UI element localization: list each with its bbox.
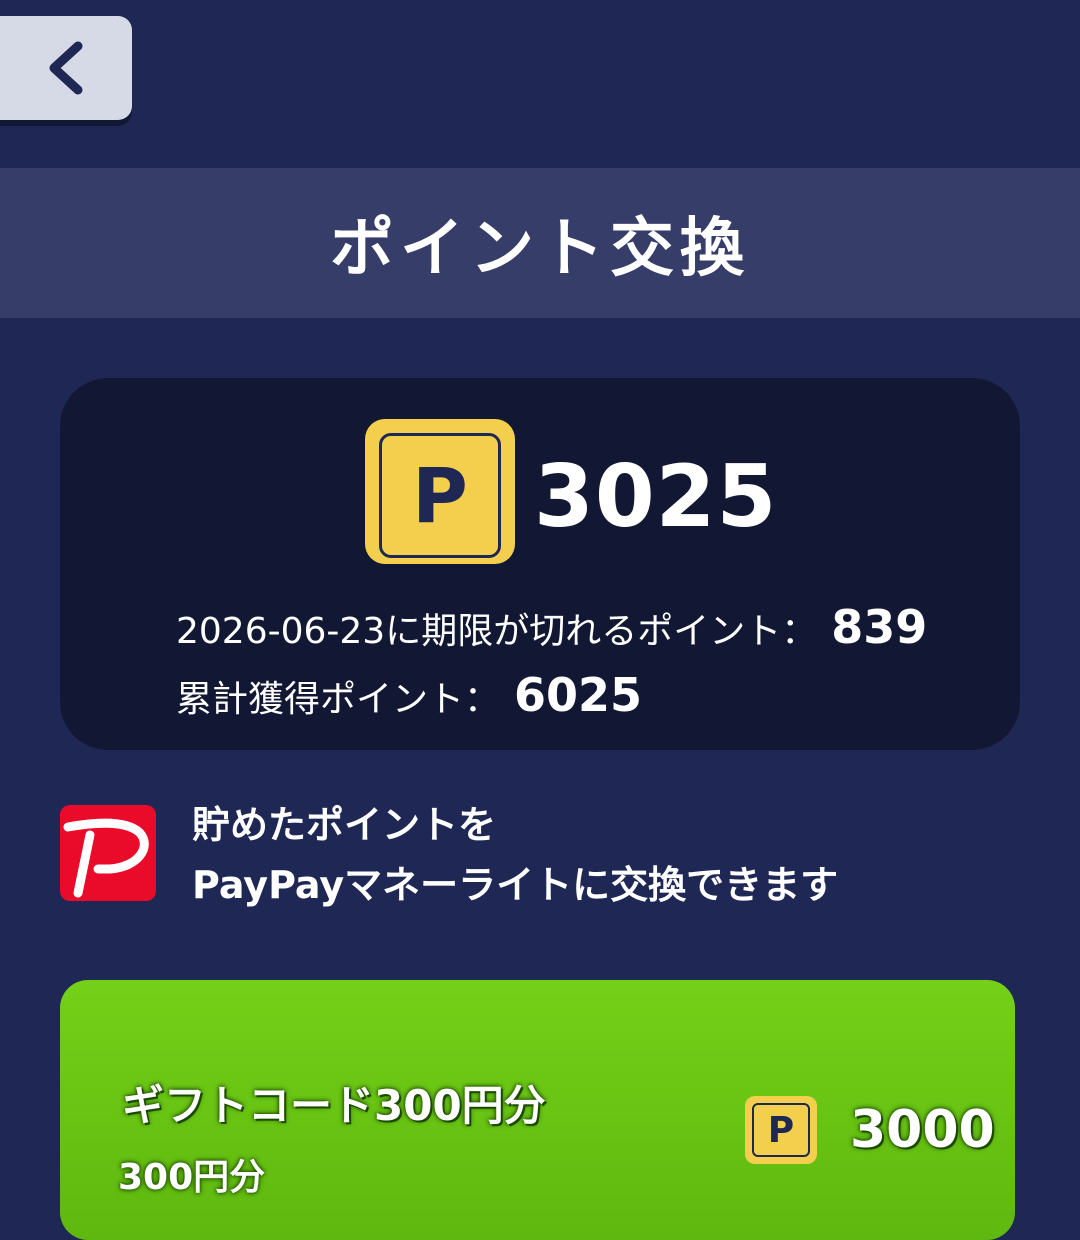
point-icon-letter: P (379, 433, 501, 558)
gift-code-offer-card[interactable]: ギフトコード300円分 300円分 P 3000 (60, 980, 1015, 1240)
point-icon: P (745, 1096, 817, 1164)
title-bar: ポイント交換 (0, 168, 1080, 318)
paypay-notice-line2: PayPayマネーライトに交換できます (192, 863, 839, 907)
total-points-value: 6025 (514, 668, 643, 722)
point-balance: 3025 (534, 447, 778, 547)
offer-subtitle: 300円分 (118, 1157, 266, 1198)
points-summary-card: P 3025 2026-06-23に期限が切れるポイント： 839 累計獲得ポイ… (60, 378, 1020, 750)
paypay-notice: 貯めたポイントを PayPayマネーライトに交換できます (192, 795, 838, 915)
total-points-row: 累計獲得ポイント： 6025 (176, 668, 642, 722)
paypay-notice-line1: 貯めたポイントを (192, 803, 497, 847)
expiring-points-value: 839 (831, 600, 928, 654)
expiring-points-label: 2026-06-23に期限が切れるポイント： (176, 611, 818, 652)
paypay-logo-icon (60, 805, 156, 901)
point-icon-letter: P (752, 1103, 810, 1157)
offer-cost: 3000 (850, 1100, 995, 1160)
offer-title: ギフトコード300円分 (122, 1081, 546, 1130)
chevron-left-icon (49, 41, 83, 95)
expiring-points-row: 2026-06-23に期限が切れるポイント： 839 (176, 600, 927, 654)
point-icon: P (365, 419, 515, 564)
page-title: ポイント交換 (330, 212, 750, 286)
total-points-label: 累計獲得ポイント： (176, 679, 501, 720)
back-button[interactable] (0, 16, 132, 120)
